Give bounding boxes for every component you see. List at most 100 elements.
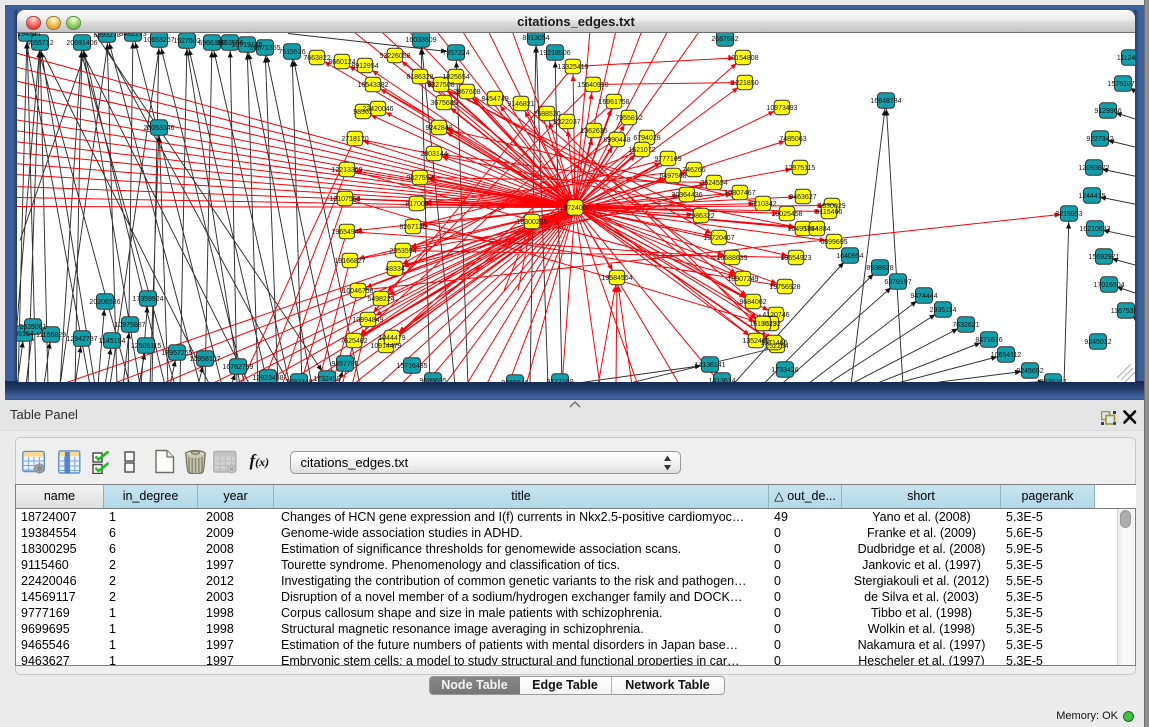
svg-text:2867608: 2867608: [453, 88, 480, 95]
svg-text:10654112: 10654112: [991, 351, 1022, 358]
svg-text:20206536: 20206536: [89, 298, 120, 305]
svg-text:6893278: 6893278: [93, 33, 120, 39]
svg-text:9245012: 9245012: [1084, 338, 1111, 345]
svg-text:9129966: 9129966: [1094, 107, 1121, 114]
svg-text:6210342: 6210342: [749, 200, 776, 207]
svg-text:1112445: 1112445: [1117, 54, 1135, 61]
svg-text:8215953: 8215953: [1055, 210, 1082, 217]
svg-text:17957255: 17957255: [161, 349, 192, 356]
svg-text:9684062: 9684062: [739, 298, 766, 305]
svg-text:12942737: 12942737: [66, 335, 97, 342]
svg-text:10975887: 10975887: [114, 321, 145, 328]
svg-text:20691406: 20691406: [66, 39, 97, 46]
svg-text:9227342: 9227342: [1086, 135, 1113, 142]
svg-text:2335061: 2335061: [19, 323, 46, 330]
svg-text:5498224: 5498224: [367, 295, 394, 302]
svg-text:1615023: 1615023: [749, 320, 776, 327]
svg-text:12923488: 12923488: [252, 374, 283, 381]
svg-text:6794028: 6794028: [633, 134, 660, 141]
svg-text:12505115: 12505115: [131, 342, 162, 349]
svg-text:10807467: 10807467: [724, 189, 755, 196]
svg-text:7955812: 7955812: [615, 114, 642, 121]
svg-text:7357224: 7357224: [442, 49, 469, 56]
svg-text:11675350: 11675350: [1111, 307, 1135, 314]
svg-text:7632621: 7632621: [952, 321, 979, 328]
svg-text:12093872: 12093872: [1078, 164, 1109, 171]
svg-text:16671355: 16671355: [249, 44, 280, 51]
svg-text:17359924: 17359924: [132, 295, 163, 302]
svg-text:98961: 98961: [353, 108, 373, 115]
svg-text:12975115: 12975115: [785, 164, 816, 171]
svg-text:6379197: 6379197: [884, 278, 911, 285]
svg-text:18300295: 18300295: [516, 218, 547, 225]
svg-text:1621072: 1621072: [628, 146, 655, 153]
svg-text:10994849: 10994849: [352, 316, 383, 323]
svg-text:9146821: 9146821: [507, 100, 534, 107]
svg-text:4055712: 4055712: [26, 39, 53, 46]
svg-text:19218506: 19218506: [539, 49, 570, 56]
svg-text:10914479: 10914479: [370, 342, 401, 349]
svg-text:8938928: 8938928: [866, 264, 893, 271]
svg-text:12213369: 12213369: [331, 166, 362, 173]
svg-text:18724007: 18724007: [559, 204, 590, 211]
svg-text:7986322: 7986322: [687, 212, 714, 219]
svg-text:1145194: 1145194: [99, 337, 126, 344]
svg-text:14136141: 14136141: [694, 361, 725, 368]
svg-text:15640910: 15640910: [577, 81, 608, 88]
svg-text:2353594: 2353594: [389, 247, 416, 254]
svg-text:9699695: 9699695: [419, 377, 446, 381]
svg-text:9242848: 9242848: [425, 124, 452, 131]
svg-text:2803144: 2803144: [420, 150, 447, 157]
svg-text:9115460: 9115460: [816, 208, 843, 215]
svg-text:10154808: 10154808: [727, 54, 758, 61]
svg-text:9465546: 9465546: [501, 379, 528, 381]
svg-text:4194304: 4194304: [17, 33, 41, 38]
svg-text:1244415: 1244415: [1078, 192, 1105, 199]
svg-text:1733426: 1733426: [771, 366, 798, 373]
svg-text:39154: 39154: [17, 330, 34, 337]
svg-text:10107553: 10107553: [329, 195, 360, 202]
svg-text:9827552: 9827552: [406, 174, 433, 181]
svg-text:1362635: 1362635: [580, 127, 607, 134]
svg-text:3624554: 3624554: [700, 179, 727, 186]
svg-text:20053346: 20053346: [143, 124, 174, 131]
svg-text:1221850: 1221850: [731, 79, 758, 86]
svg-text:19654923: 19654923: [780, 254, 811, 261]
svg-text:19756928: 19756928: [769, 283, 800, 290]
svg-text:15720407: 15720407: [703, 234, 734, 241]
svg-text:817005: 817005: [405, 200, 428, 207]
svg-text:2687682: 2687682: [711, 35, 738, 42]
svg-text:4120746: 4120746: [762, 311, 789, 318]
svg-text:10025458: 10025458: [771, 210, 802, 217]
svg-text:7663822: 7663822: [303, 54, 330, 61]
svg-text:1352485: 1352485: [742, 337, 769, 344]
svg-text:7485063: 7485063: [779, 135, 806, 142]
svg-text:20364436: 20364436: [671, 191, 702, 198]
svg-text:1044479: 1044479: [378, 334, 405, 341]
svg-text:6899695: 6899695: [820, 238, 847, 245]
svg-text:18907249: 18907249: [727, 275, 758, 282]
svg-text:15751074: 15751074: [1107, 80, 1135, 87]
svg-text:16782759: 16782759: [222, 363, 253, 370]
svg-text:9457791: 9457791: [331, 360, 358, 367]
svg-text:9474444: 9474444: [910, 292, 937, 299]
svg-text:1640954: 1640954: [836, 252, 863, 259]
svg-text:10958107: 10958107: [189, 355, 220, 362]
svg-text:1527602: 1527602: [173, 37, 200, 44]
svg-text:9327508: 9327508: [427, 81, 454, 88]
svg-text:19166827: 19166827: [334, 257, 365, 264]
svg-text:8990448: 8990448: [603, 136, 630, 143]
svg-text:16961758: 16961758: [598, 98, 629, 105]
svg-text:6322037: 6322037: [553, 118, 580, 125]
svg-text:1292348: 1292348: [285, 378, 312, 381]
svg-text:2718170: 2718170: [341, 135, 368, 142]
svg-text:48334: 48334: [385, 265, 405, 272]
svg-text:8186328: 8186328: [406, 73, 433, 80]
svg-text:2935114: 2935114: [930, 306, 957, 313]
svg-text:16648784: 16648784: [870, 97, 901, 104]
svg-text:8912954: 8912954: [351, 62, 378, 69]
svg-text:8813054: 8813054: [522, 34, 549, 41]
svg-text:16210643: 16210643: [1079, 225, 1110, 232]
svg-text:15692971: 15692971: [1088, 253, 1119, 260]
svg-text:6497568: 6497568: [659, 172, 686, 179]
